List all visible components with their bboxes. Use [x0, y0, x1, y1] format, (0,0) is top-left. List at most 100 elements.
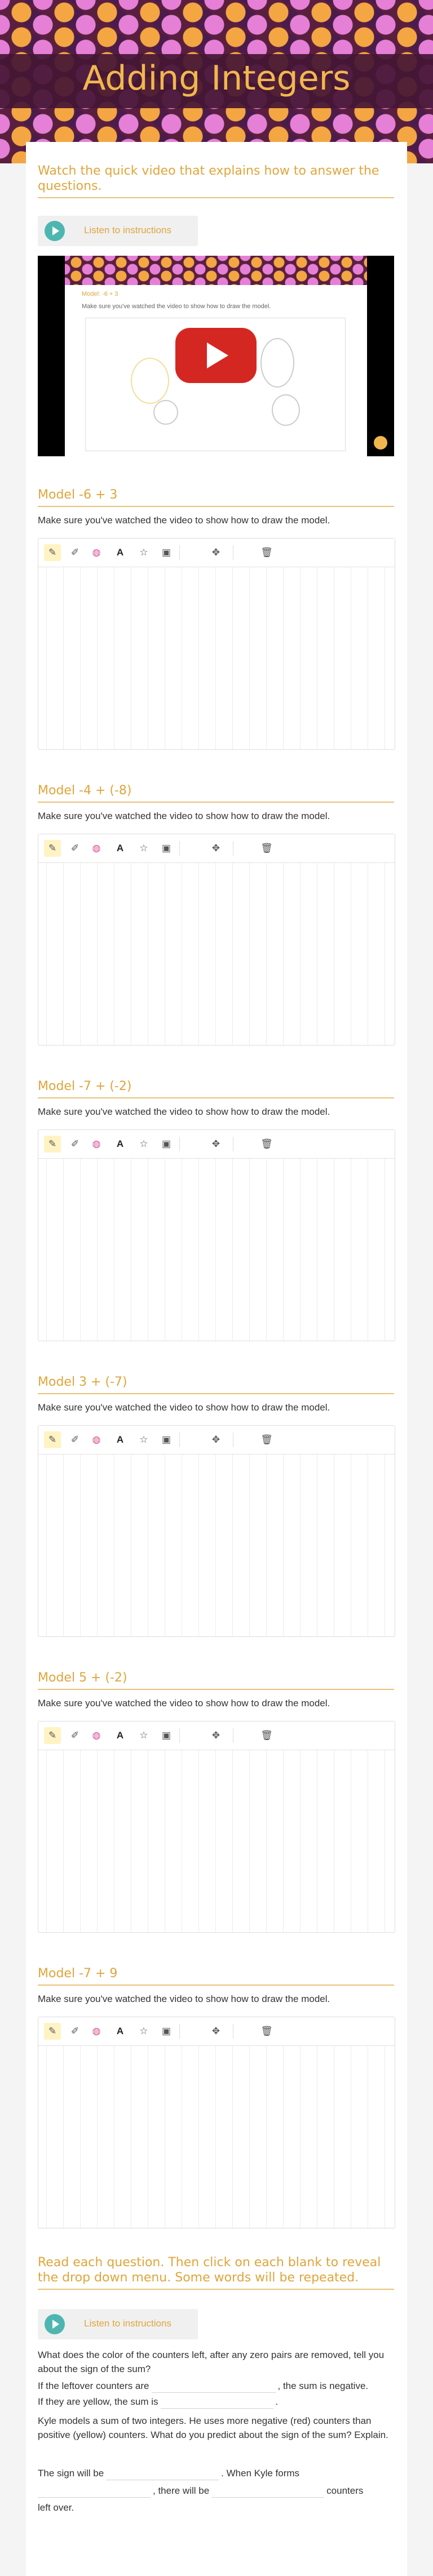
- drawing-toolbar: ✎ ✐ ◍ A ☆ ▣ ✥ 🗑: [38, 539, 395, 567]
- A[interactable]: A: [112, 544, 129, 561]
- model-heading: Model -4 + (-8): [38, 783, 394, 803]
- image-icon[interactable]: ▣: [158, 1727, 175, 1744]
- highlighter-icon[interactable]: ✐: [67, 1431, 83, 1448]
- youtube-play-icon[interactable]: [175, 328, 257, 383]
- move-icon[interactable]: ✥: [207, 1727, 224, 1744]
- pencil-icon[interactable]: ✎: [44, 544, 61, 561]
- color-wheel-icon[interactable]: ◍: [88, 1727, 105, 1744]
- answer-dropdown-1[interactable]: [151, 2380, 276, 2393]
- drawing-canvas[interactable]: ✎ ✐ ◍ A ☆ ▣ ✥ 🗑: [38, 834, 395, 1045]
- trash-icon[interactable]: 🗑: [258, 1136, 275, 1153]
- video-model-text: Model: -6 + 3: [82, 291, 118, 297]
- image-icon[interactable]: ▣: [158, 840, 175, 857]
- ☆[interactable]: ☆: [135, 1431, 152, 1448]
- drawing-canvas[interactable]: ✎ ✐ ◍ A ☆ ▣ ✥ 🗑: [38, 2017, 395, 2228]
- ☆[interactable]: ☆: [135, 1727, 152, 1744]
- highlighter-icon[interactable]: ✐: [67, 1727, 83, 1744]
- model-instruction: Make sure you've watched the video to sh…: [38, 1402, 330, 1413]
- pencil-icon[interactable]: ✎: [44, 1727, 61, 1744]
- move-icon[interactable]: ✥: [207, 840, 224, 857]
- toolbar-divider: [179, 1137, 180, 1151]
- image-icon[interactable]: ▣: [158, 544, 175, 561]
- pencil-icon[interactable]: ✎: [44, 1431, 61, 1448]
- model-instruction: Make sure you've watched the video to sh…: [38, 811, 330, 821]
- question-2: Kyle models a sum of two integers. He us…: [38, 2415, 388, 2440]
- q2-text-a: The sign will be: [38, 2468, 104, 2479]
- model-heading: Model 3 + (-7): [38, 1374, 394, 1394]
- model-instruction: Make sure you've watched the video to sh…: [38, 515, 330, 526]
- color-wheel-icon[interactable]: ◍: [88, 544, 105, 561]
- color-wheel-icon[interactable]: ◍: [88, 840, 105, 857]
- ☆[interactable]: ☆: [135, 2023, 152, 2040]
- answer-dropdown-2[interactable]: [160, 2396, 273, 2409]
- oval: [260, 338, 294, 388]
- pencil-icon[interactable]: ✎: [44, 2023, 61, 2040]
- q1-line2-text-b: .: [275, 2396, 279, 2407]
- trash-icon[interactable]: 🗑: [258, 544, 275, 561]
- listen-instructions-button-2[interactable]: Listen to instructions: [38, 2309, 198, 2339]
- model-instruction: Make sure you've watched the video to sh…: [38, 1994, 330, 2004]
- pencil-icon[interactable]: ✎: [44, 840, 61, 857]
- trash-icon[interactable]: 🗑: [258, 840, 275, 857]
- toolbar-divider: [179, 841, 180, 856]
- video-player[interactable]: Model: -6 + 3 Make sure you've watched t…: [38, 256, 394, 456]
- image-icon[interactable]: ▣: [158, 2023, 175, 2040]
- video-instruction-text: Make sure you've watched the video to sh…: [82, 303, 271, 310]
- q2-text-d: counters: [326, 2485, 364, 2496]
- oval: [131, 358, 169, 404]
- pencil-icon[interactable]: ✎: [44, 1136, 61, 1153]
- q1-line1-text-a: If the leftover counters are: [38, 2381, 149, 2391]
- model-heading: Model -6 + 3: [38, 487, 394, 507]
- ☆[interactable]: ☆: [135, 1136, 152, 1153]
- move-icon[interactable]: ✥: [207, 1431, 224, 1448]
- highlighter-icon[interactable]: ✐: [67, 840, 83, 857]
- image-icon[interactable]: ▣: [158, 1431, 175, 1448]
- drawing-toolbar: ✎ ✐ ◍ A ☆ ▣ ✥ 🗑: [38, 1721, 395, 1750]
- highlighter-icon[interactable]: ✐: [67, 544, 83, 561]
- image-icon[interactable]: ▣: [158, 1136, 175, 1153]
- drawing-toolbar: ✎ ✐ ◍ A ☆ ▣ ✥ 🗑: [38, 2017, 395, 2046]
- questions-section-heading: Read each question. Then click on each b…: [38, 2255, 394, 2290]
- A[interactable]: A: [112, 840, 129, 857]
- drawing-canvas[interactable]: ✎ ✐ ◍ A ☆ ▣ ✥ 🗑: [38, 1425, 395, 1637]
- trash-icon[interactable]: 🗑: [258, 1727, 275, 1744]
- trash-icon[interactable]: 🗑: [258, 2023, 275, 2040]
- toolbar-divider: [179, 2024, 180, 2039]
- answer-dropdown-4[interactable]: [38, 2485, 151, 2498]
- drawing-toolbar: ✎ ✐ ◍ A ☆ ▣ ✥ 🗑: [38, 1426, 395, 1454]
- model-instruction: Make sure you've watched the video to sh…: [38, 1698, 330, 1709]
- ☆[interactable]: ☆: [135, 840, 152, 857]
- A[interactable]: A: [112, 1727, 129, 1744]
- answer-dropdown-3[interactable]: [106, 2467, 219, 2480]
- toolbar-divider: [179, 1728, 180, 1743]
- listen-instructions-button[interactable]: Listen to instructions: [38, 216, 198, 246]
- move-icon[interactable]: ✥: [207, 1136, 224, 1153]
- drawing-canvas[interactable]: ✎ ✐ ◍ A ☆ ▣ ✥ 🗑: [38, 1129, 395, 1341]
- question-2-line-3: left over.: [38, 2502, 74, 2513]
- move-icon[interactable]: ✥: [207, 544, 224, 561]
- model-heading: Model -7 + 9: [38, 1966, 394, 1986]
- color-wheel-icon[interactable]: ◍: [88, 1431, 105, 1448]
- drawing-toolbar: ✎ ✐ ◍ A ☆ ▣ ✥ 🗑: [38, 834, 395, 863]
- A[interactable]: A: [112, 1136, 129, 1153]
- color-wheel-icon[interactable]: ◍: [88, 2023, 105, 2040]
- A[interactable]: A: [112, 2023, 129, 2040]
- oval: [153, 400, 178, 425]
- video-menu-icon[interactable]: [374, 436, 387, 450]
- A[interactable]: A: [112, 1431, 129, 1448]
- drawing-canvas[interactable]: ✎ ✐ ◍ A ☆ ▣ ✥ 🗑: [38, 1721, 395, 1933]
- q2-text-b: . When Kyle forms: [221, 2468, 300, 2479]
- answer-dropdown-5[interactable]: [211, 2485, 325, 2498]
- highlighter-icon[interactable]: ✐: [67, 1136, 83, 1153]
- highlighter-icon[interactable]: ✐: [67, 2023, 83, 2040]
- trash-icon[interactable]: 🗑: [258, 1431, 275, 1448]
- ☆[interactable]: ☆: [135, 544, 152, 561]
- color-wheel-icon[interactable]: ◍: [88, 1136, 105, 1153]
- video-banner: [65, 256, 367, 285]
- question-2-line-2: , there will be counters: [38, 2484, 394, 2498]
- drawing-canvas[interactable]: ✎ ✐ ◍ A ☆ ▣ ✥ 🗑: [38, 538, 395, 750]
- toolbar-divider: [179, 1432, 180, 1447]
- model-heading: Model 5 + (-2): [38, 1670, 394, 1690]
- model-instruction: Make sure you've watched the video to sh…: [38, 1106, 330, 1117]
- move-icon[interactable]: ✥: [207, 2023, 224, 2040]
